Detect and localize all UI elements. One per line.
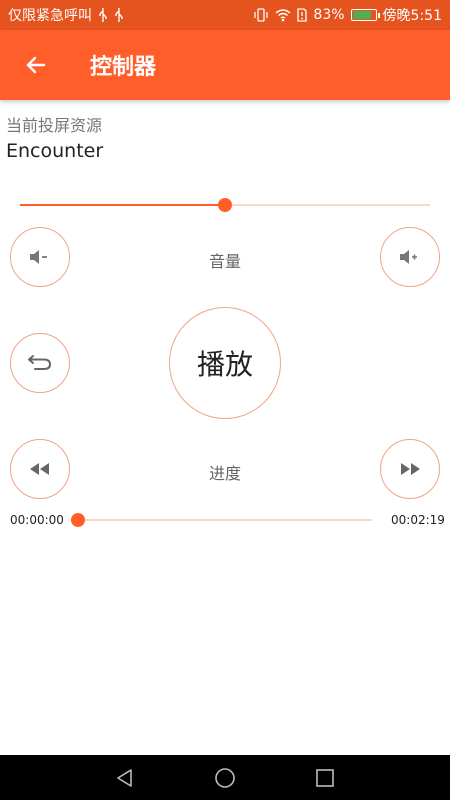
current-time: 00:00:00 xyxy=(10,513,64,527)
volume-up-icon xyxy=(400,250,417,264)
square-recents-icon xyxy=(316,768,334,787)
usb-debug-icon xyxy=(114,8,124,22)
volume-fill xyxy=(20,204,225,206)
sim-icon xyxy=(297,8,308,22)
volume-label: 音量 xyxy=(208,252,241,271)
battery-percent: 83% xyxy=(313,7,345,23)
usb-icon xyxy=(98,8,108,22)
triangle-back-icon xyxy=(117,768,132,787)
battery-icon xyxy=(350,9,380,21)
volume-down-button[interactable] xyxy=(10,227,70,287)
status-bar: 仅限紧急呼叫 83% 傍晚5:51 xyxy=(0,0,450,30)
source-label: 当前投屏资源 xyxy=(6,116,103,135)
navigation-bar xyxy=(0,755,450,800)
rewind-button[interactable] xyxy=(10,439,70,499)
progress-slider[interactable] xyxy=(71,510,372,530)
source-value: Encounter xyxy=(6,140,104,162)
progress-thumb[interactable] xyxy=(71,513,85,527)
status-left: 仅限紧急呼叫 xyxy=(8,5,124,25)
play-label: 播放 xyxy=(196,348,253,381)
wifi-icon xyxy=(275,8,291,22)
status-right: 83% 傍晚5:51 xyxy=(253,5,442,25)
fast-forward-icon xyxy=(401,463,420,475)
app-bar: 控制器 xyxy=(0,30,450,100)
volume-down-icon xyxy=(30,250,47,264)
return-icon xyxy=(28,355,52,370)
battery-fill xyxy=(352,11,371,19)
return-button[interactable] xyxy=(10,333,70,393)
total-time: 00:02:19 xyxy=(391,513,445,527)
carrier-text: 仅限紧急呼叫 xyxy=(8,8,92,24)
nav-back-button[interactable] xyxy=(75,755,175,800)
page-title: 控制器 xyxy=(90,55,157,80)
back-button[interactable] xyxy=(8,37,64,93)
volume-slider[interactable] xyxy=(20,195,430,215)
arrow-left-icon xyxy=(26,56,46,74)
fast-forward-button[interactable] xyxy=(380,439,440,499)
play-button[interactable]: 播放 xyxy=(169,307,281,419)
circle-home-icon xyxy=(215,767,235,788)
clock-text: 傍晚5:51 xyxy=(382,8,442,24)
volume-up-button[interactable] xyxy=(380,227,440,287)
nav-home-button[interactable] xyxy=(175,755,275,800)
nav-recents-button[interactable] xyxy=(275,755,375,800)
progress-track xyxy=(78,519,372,521)
progress-label: 进度 xyxy=(208,464,241,483)
volume-thumb[interactable] xyxy=(218,198,232,212)
rewind-icon xyxy=(30,463,49,475)
vibrate-icon xyxy=(253,8,269,22)
